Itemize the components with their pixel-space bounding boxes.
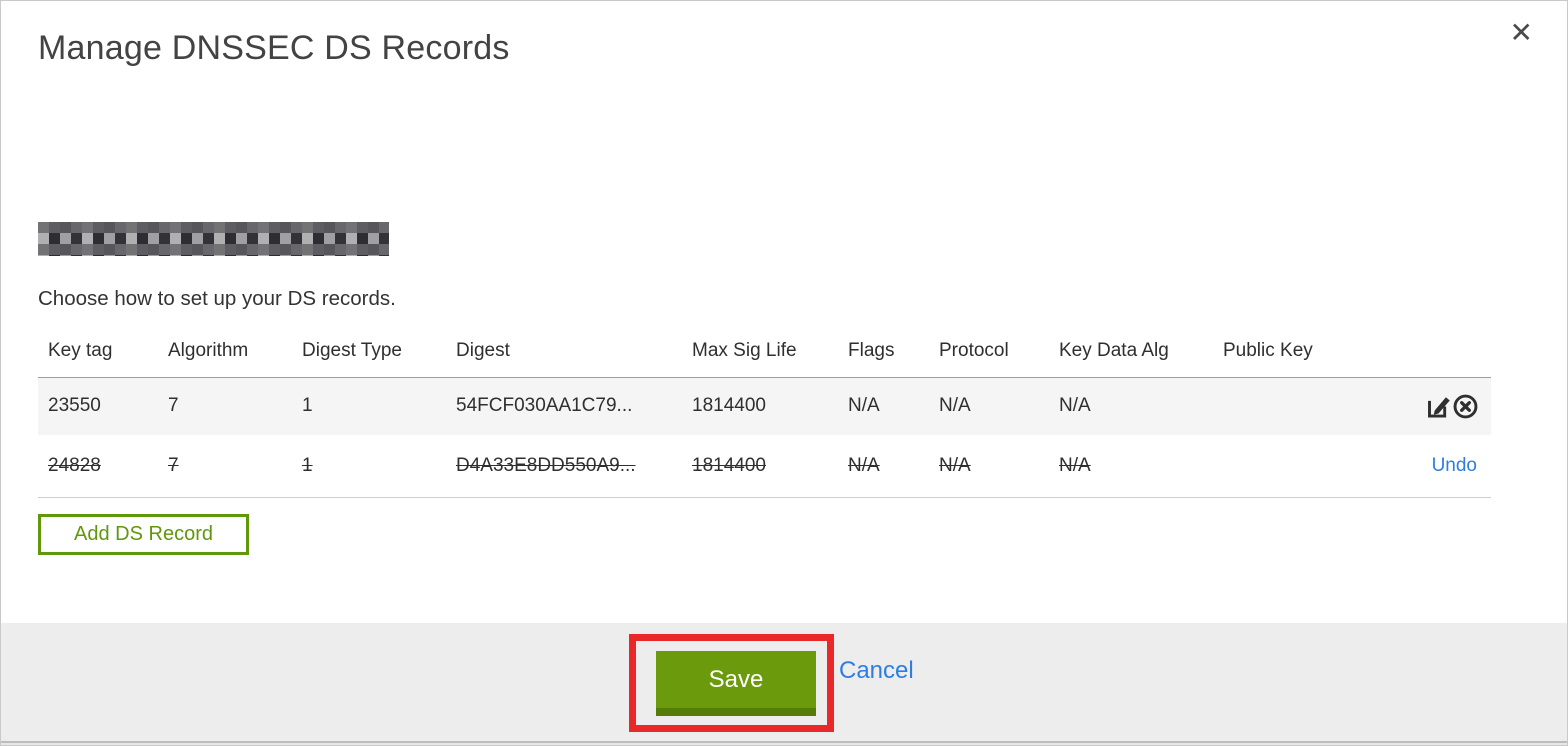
cell-protocol: N/A bbox=[939, 395, 971, 417]
col-algorithm: Algorithm bbox=[158, 326, 292, 378]
cell-digest-type: 1 bbox=[302, 395, 313, 417]
col-key-tag: Key tag bbox=[38, 326, 158, 378]
cell-algorithm: 7 bbox=[168, 454, 179, 476]
cell-key-tag: 23550 bbox=[48, 395, 101, 417]
edit-icon bbox=[1425, 397, 1452, 418]
cancel-link[interactable]: Cancel bbox=[839, 657, 914, 685]
annotation-highlight: Save bbox=[629, 634, 834, 732]
cell-actions bbox=[1343, 377, 1491, 435]
cell-algorithm: 7 bbox=[168, 395, 179, 417]
undo-link[interactable]: Undo bbox=[1432, 455, 1479, 476]
setup-instructions: Choose how to set up your DS records. bbox=[38, 287, 396, 310]
cell-flags: N/A bbox=[848, 395, 880, 417]
close-icon: ✕ bbox=[1509, 17, 1533, 48]
col-key-data-alg: Key Data Alg bbox=[1049, 326, 1213, 378]
modal-footer: Save Cancel bbox=[1, 623, 1567, 741]
table-row: 24828 7 1 D4A33E8DD550A9... 1814400 N/A … bbox=[38, 435, 1491, 497]
cell-digest: 54FCF030AA1C79... bbox=[456, 395, 633, 417]
delete-icon bbox=[1452, 394, 1479, 419]
cell-public-key bbox=[1213, 377, 1343, 435]
table-header-row: Key tag Algorithm Digest Type Digest Max… bbox=[38, 326, 1491, 378]
col-actions bbox=[1343, 326, 1491, 378]
ds-records-table: Key tag Algorithm Digest Type Digest Max… bbox=[38, 326, 1491, 498]
col-flags: Flags bbox=[838, 326, 929, 378]
redacted-domain-name bbox=[38, 222, 389, 256]
cell-digest: D4A33E8DD550A9... bbox=[456, 454, 636, 476]
cell-protocol: N/A bbox=[939, 454, 971, 476]
page-title: Manage DNSSEC DS Records bbox=[38, 29, 510, 67]
cell-max-sig-life: 1814400 bbox=[692, 395, 766, 417]
col-digest-type: Digest Type bbox=[292, 326, 446, 378]
col-digest: Digest bbox=[446, 326, 682, 378]
cell-key-data-alg: N/A bbox=[1059, 454, 1091, 476]
close-button[interactable]: ✕ bbox=[1510, 19, 1533, 47]
cell-public-key bbox=[1213, 435, 1343, 497]
cell-max-sig-life: 1814400 bbox=[692, 454, 766, 476]
cell-actions: Undo bbox=[1343, 435, 1491, 497]
dnssec-modal: Manage DNSSEC DS Records ✕ Choose how to… bbox=[0, 0, 1568, 746]
cell-digest-type: 1 bbox=[302, 454, 313, 476]
cell-key-tag: 24828 bbox=[48, 454, 101, 476]
add-ds-record-button[interactable]: Add DS Record bbox=[38, 514, 249, 555]
edit-record-button[interactable] bbox=[1425, 393, 1452, 420]
delete-record-button[interactable] bbox=[1452, 393, 1479, 420]
col-public-key: Public Key bbox=[1213, 326, 1343, 378]
save-button[interactable]: Save bbox=[656, 651, 816, 716]
page-background-strip bbox=[1, 741, 1567, 745]
col-protocol: Protocol bbox=[929, 326, 1049, 378]
table-row: 23550 7 1 54FCF030AA1C79... 1814400 N/A … bbox=[38, 377, 1491, 435]
cell-key-data-alg: N/A bbox=[1059, 395, 1091, 417]
col-max-sig-life: Max Sig Life bbox=[682, 326, 838, 378]
cell-flags: N/A bbox=[848, 454, 880, 476]
